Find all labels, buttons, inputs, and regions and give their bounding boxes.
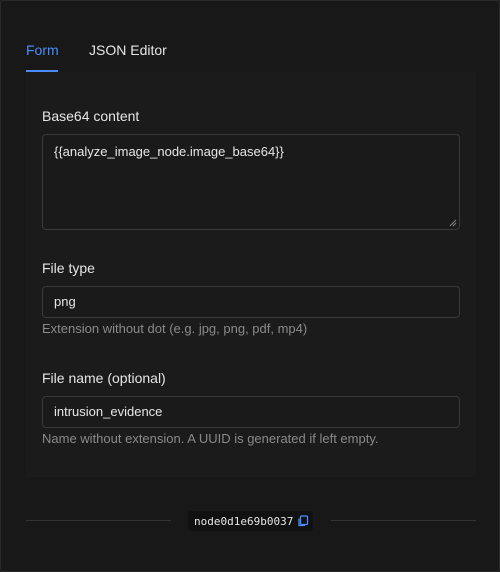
file-type-label: File type [42,260,95,276]
tab-json-editor[interactable]: JSON Editor [89,41,167,72]
tab-bar: Form JSON Editor [26,1,476,73]
resize-grip-icon[interactable] [449,219,457,227]
file-name-label: File name (optional) [42,370,166,386]
file-name-input[interactable]: intrusion_evidence [42,396,460,428]
node-id-text: node0d1e69b0037 [194,514,294,528]
tab-form[interactable]: Form [26,41,59,72]
footer-divider-right [331,520,476,521]
file-type-input[interactable]: png [42,286,460,318]
base64-content-value: {{analyze_image_node.image_base64}} [54,144,284,159]
file-type-value: png [54,294,76,309]
base64-content-label: Base64 content [42,108,140,124]
footer-divider-left [26,520,171,521]
copy-icon[interactable] [297,515,309,527]
base64-content-textarea[interactable]: {{analyze_image_node.image_base64}} [42,134,460,230]
form-body: Base64 content {{analyze_image_node.imag… [26,72,476,477]
file-type-hint: Extension without dot (e.g. jpg, png, pd… [42,321,308,336]
file-name-hint: Name without extension. A UUID is genera… [42,431,379,446]
file-name-value: intrusion_evidence [54,404,163,419]
node-config-panel: Form JSON Editor Base64 content {{analyz… [0,0,500,572]
node-id-badge: node0d1e69b0037 [188,511,313,531]
